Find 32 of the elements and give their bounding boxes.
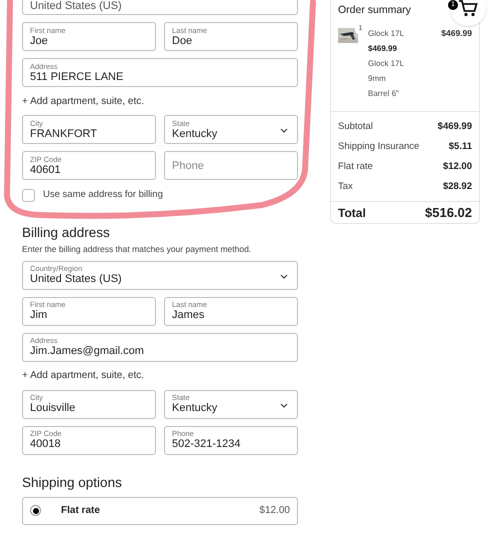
section-heading: Shipping options — [22, 474, 123, 491]
section-description: Enter the billing address that matches your payment method. — [22, 243, 252, 256]
section-heading: Billing address — [22, 225, 111, 241]
product-attribute: Glock 17L — [368, 58, 406, 70]
summary-label: Subtotal — [338, 120, 373, 134]
total-label: Total — [338, 204, 366, 222]
chevron-down-icon — [280, 402, 288, 408]
item-price: $469.99 — [441, 27, 472, 40]
summary-value: $12.00 — [442, 160, 472, 174]
chevron-down-icon — [280, 128, 288, 133]
unit-price: $469.99 — [368, 43, 398, 55]
dropdown[interactable]: United States (US) — [22, 0, 298, 15]
cart-icon — [458, 0, 478, 17]
product-attribute: Barrel 6" — [368, 88, 400, 100]
summary-title: Order summary — [338, 3, 411, 17]
product-name: Glock 17L — [368, 28, 406, 40]
summary-label: Flat rate — [338, 160, 373, 174]
checkbox[interactable] — [22, 188, 35, 202]
chevron-down-icon — [280, 274, 288, 279]
summary-value: $5.11 — [448, 140, 472, 154]
radio-button[interactable] — [30, 505, 41, 516]
add-apartment-link[interactable]: + Add apartment, suite, etc. — [22, 368, 144, 384]
add-apartment-link[interactable]: + Add apartment, suite, etc. — [22, 94, 144, 108]
summary-value: $28.92 — [442, 180, 472, 194]
checkbox-label: Use same address for billing — [43, 188, 163, 202]
product-attribute: 9mm — [368, 73, 387, 85]
shipping-option[interactable]: Flat rate $12.00 — [22, 496, 298, 525]
summary-label: Tax — [338, 180, 353, 194]
phone-field[interactable]: Phone — [164, 151, 298, 180]
total-value: $516.02 — [425, 204, 472, 222]
summary-value: $469.99 — [438, 120, 472, 134]
summary-label: Shipping Insurance — [338, 140, 420, 154]
